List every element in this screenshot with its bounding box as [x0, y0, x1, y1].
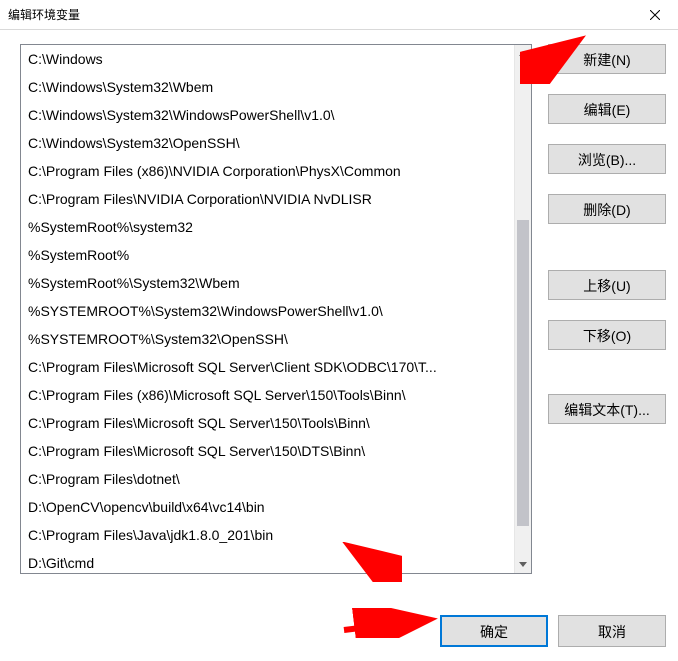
list-item[interactable]: C:\Windows\System32\WindowsPowerShell\v1…	[21, 101, 514, 129]
list-item[interactable]: C:\Program Files\Microsoft SQL Server\15…	[21, 437, 514, 465]
move-up-button[interactable]: 上移(U)	[548, 270, 666, 300]
list-item[interactable]: %SystemRoot%\System32\Wbem	[21, 269, 514, 297]
list-item[interactable]: %SystemRoot%	[21, 241, 514, 269]
list-item[interactable]: C:\Windows\System32\OpenSSH\	[21, 129, 514, 157]
delete-button[interactable]: 删除(D)	[548, 194, 666, 224]
close-icon	[650, 10, 660, 20]
chevron-up-icon	[519, 51, 527, 56]
list-item[interactable]: D:\Git\cmd	[21, 549, 514, 573]
list-item[interactable]: C:\Windows\System32\Wbem	[21, 73, 514, 101]
new-button[interactable]: 新建(N)	[548, 44, 666, 74]
vertical-scrollbar[interactable]	[514, 45, 531, 573]
dialog-footer: 确定 取消	[440, 615, 666, 647]
path-list[interactable]: C:\WindowsC:\Windows\System32\WbemC:\Win…	[20, 44, 532, 574]
list-item[interactable]: C:\Program Files (x86)\Microsoft SQL Ser…	[21, 381, 514, 409]
edit-button[interactable]: 编辑(E)	[548, 94, 666, 124]
scroll-down-button[interactable]	[515, 556, 531, 573]
list-item[interactable]: C:\Program Files\NVIDIA Corporation\NVID…	[21, 185, 514, 213]
side-button-column: 新建(N) 编辑(E) 浏览(B)... 删除(D) 上移(U) 下移(O) 编…	[548, 44, 666, 574]
list-item[interactable]: C:\Program Files (x86)\NVIDIA Corporatio…	[21, 157, 514, 185]
list-item[interactable]: %SYSTEMROOT%\System32\WindowsPowerShell\…	[21, 297, 514, 325]
ok-button[interactable]: 确定	[440, 615, 548, 647]
list-item[interactable]: %SystemRoot%\system32	[21, 213, 514, 241]
list-item[interactable]: %SYSTEMROOT%\System32\OpenSSH\	[21, 325, 514, 353]
list-item[interactable]: C:\Program Files\Microsoft SQL Server\Cl…	[21, 353, 514, 381]
close-button[interactable]	[632, 0, 678, 30]
scrollbar-thumb[interactable]	[517, 220, 529, 526]
window-title: 编辑环境变量	[8, 6, 80, 23]
cancel-button[interactable]: 取消	[558, 615, 666, 647]
dialog-content: C:\WindowsC:\Windows\System32\WbemC:\Win…	[0, 30, 678, 661]
scrollbar-track[interactable]	[515, 62, 531, 556]
edit-text-button[interactable]: 编辑文本(T)...	[548, 394, 666, 424]
list-item[interactable]: C:\Program Files\Microsoft SQL Server\15…	[21, 409, 514, 437]
list-item[interactable]: C:\Program Files\Java\jdk1.8.0_201\bin	[21, 521, 514, 549]
list-item[interactable]: C:\Windows	[21, 45, 514, 73]
scroll-up-button[interactable]	[515, 45, 531, 62]
browse-button[interactable]: 浏览(B)...	[548, 144, 666, 174]
list-item[interactable]: D:\OpenCV\opencv\build\x64\vc14\bin	[21, 493, 514, 521]
chevron-down-icon	[519, 562, 527, 567]
list-item[interactable]: C:\Program Files\dotnet\	[21, 465, 514, 493]
titlebar: 编辑环境变量	[0, 0, 678, 30]
move-down-button[interactable]: 下移(O)	[548, 320, 666, 350]
